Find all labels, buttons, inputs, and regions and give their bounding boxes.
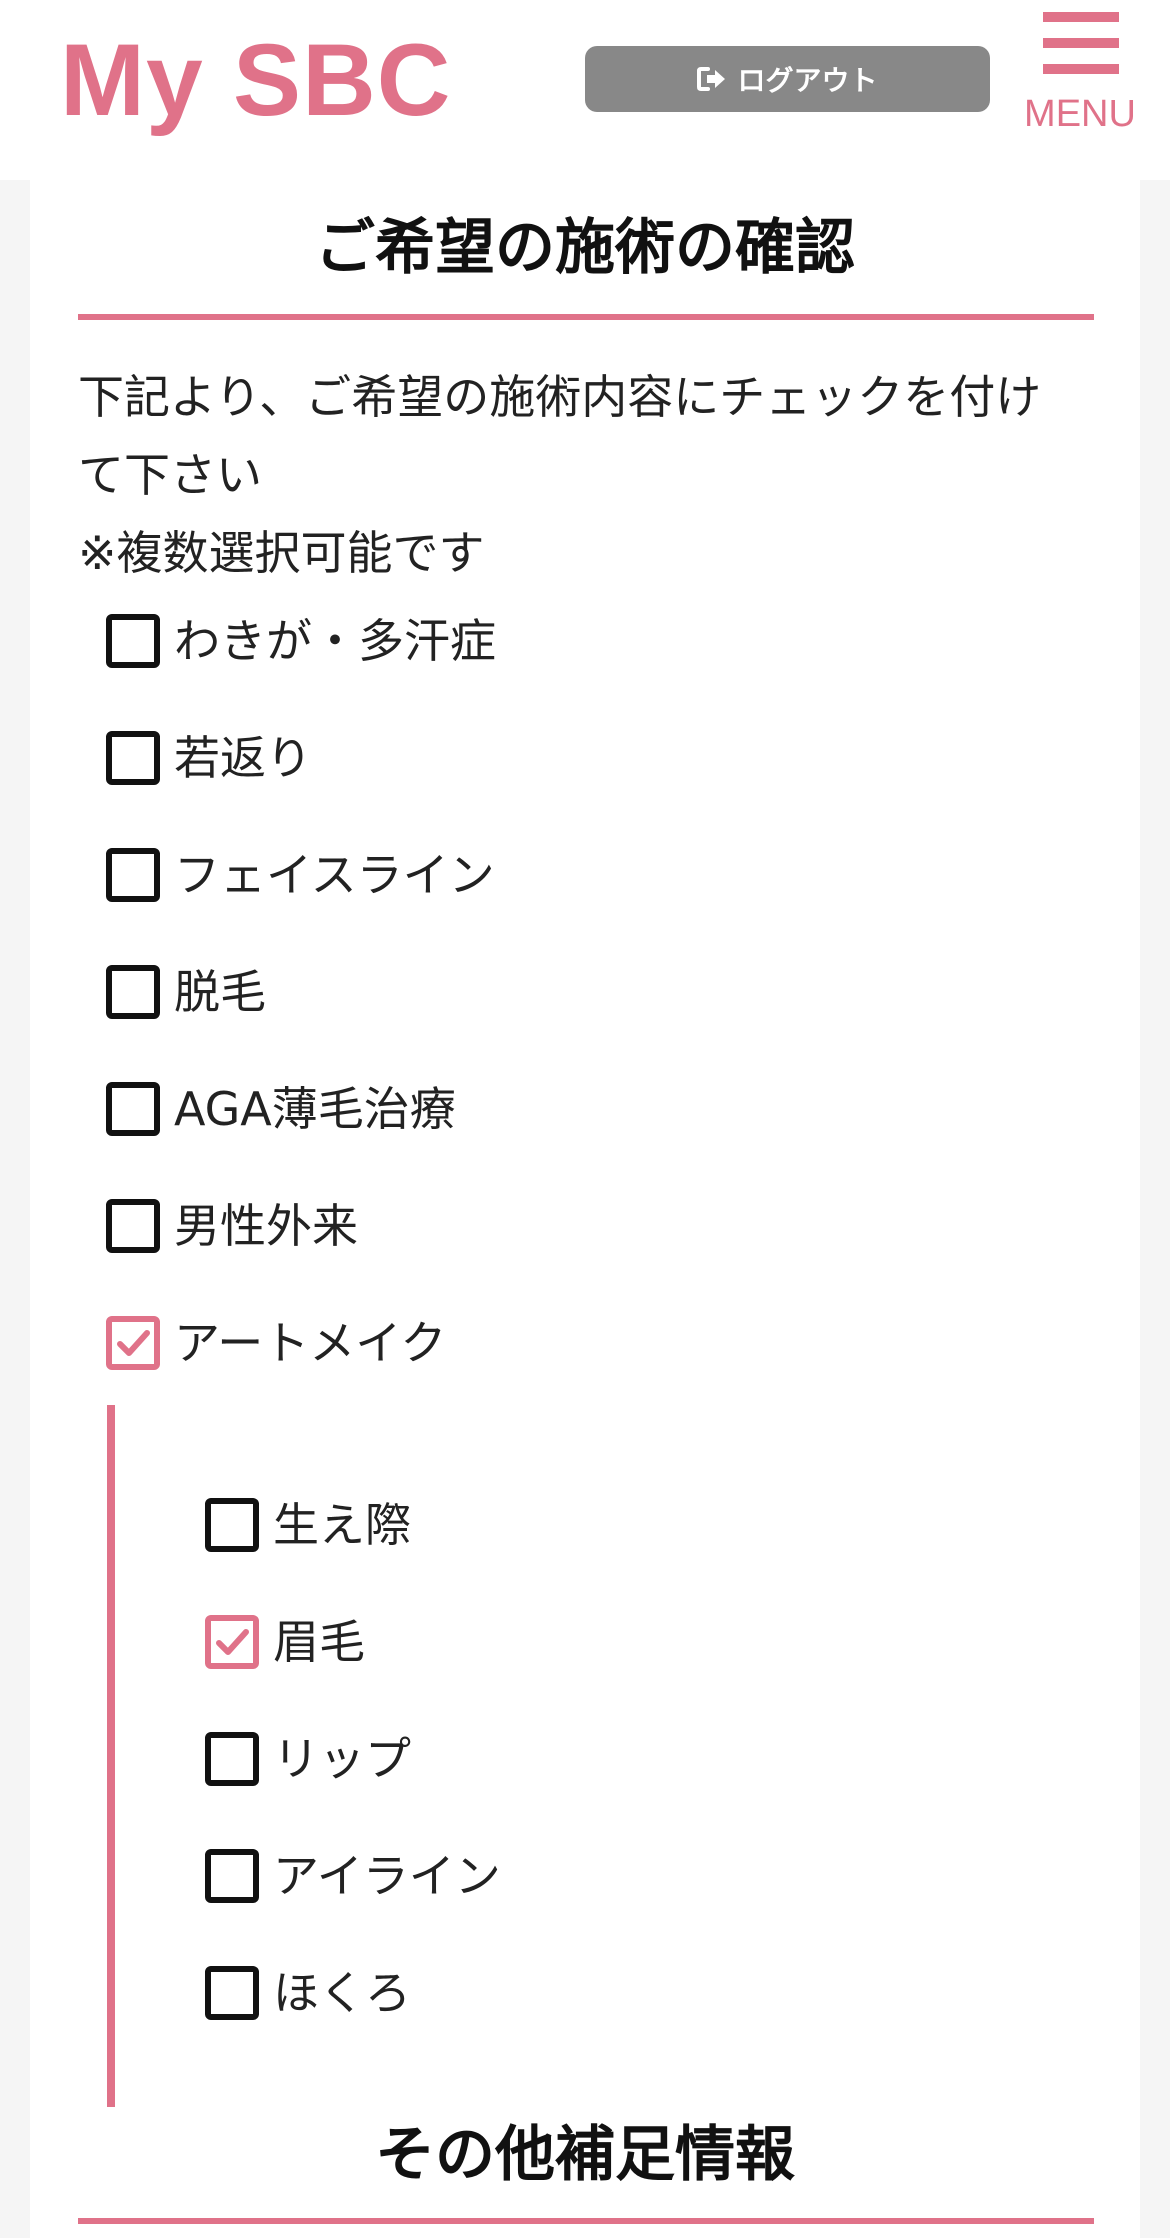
checkmark-icon xyxy=(117,1330,150,1356)
option-label: 生え際 xyxy=(273,1498,411,1552)
instruction-line: て下さい xyxy=(78,448,262,502)
option-main-options-3[interactable]: 脱毛 xyxy=(106,957,266,1027)
title-divider xyxy=(78,2218,1094,2224)
content-card: ご希望の施術の確認 下記より、ご希望の施術内容にチェックを付け て下さい ※複数… xyxy=(30,180,1140,2238)
option-label: ほくろ xyxy=(273,1966,411,2020)
menu-label: MENU xyxy=(1024,93,1136,135)
checkbox[interactable] xyxy=(106,1316,160,1370)
checkbox[interactable] xyxy=(106,1082,160,1136)
section-title-other: その他補足情報 xyxy=(375,2120,795,2190)
title-divider xyxy=(78,314,1094,320)
sign-out-icon xyxy=(697,66,727,92)
option-sub-options-4[interactable]: ほくろ xyxy=(205,1958,411,2028)
option-label: 若返り xyxy=(174,731,312,785)
option-main-options-6[interactable]: アートメイク xyxy=(106,1308,446,1378)
option-sub-options-0[interactable]: 生え際 xyxy=(205,1490,411,1560)
checkbox[interactable] xyxy=(205,1732,259,1786)
option-main-options-0[interactable]: わきが・多汗症 xyxy=(106,606,496,676)
option-label: リップ xyxy=(273,1732,411,1786)
option-main-options-4[interactable]: AGA薄毛治療 xyxy=(106,1074,456,1144)
header: My SBC ログアウト MENU xyxy=(0,0,1170,180)
checkbox[interactable] xyxy=(106,848,160,902)
option-main-options-5[interactable]: 男性外来 xyxy=(106,1191,358,1261)
option-label: アイライン xyxy=(273,1849,501,1903)
checkbox[interactable] xyxy=(205,1966,259,2020)
option-label: 眉毛 xyxy=(273,1615,365,1669)
option-sub-options-1[interactable]: 眉毛 xyxy=(205,1607,365,1677)
option-main-options-2[interactable]: フェイスライン xyxy=(106,840,495,910)
instruction-note: ※複数選択可能です xyxy=(78,526,485,580)
option-label: フェイスライン xyxy=(174,848,495,902)
option-main-options-1[interactable]: 若返り xyxy=(106,723,312,793)
option-label: 男性外来 xyxy=(174,1199,358,1253)
checkbox[interactable] xyxy=(205,1498,259,1552)
sub-options-bar xyxy=(107,1405,115,2107)
checkbox[interactable] xyxy=(106,731,160,785)
section-title-treatment: ご希望の施術の確認 xyxy=(315,213,855,283)
checkbox[interactable] xyxy=(205,1615,259,1669)
option-label: アートメイク xyxy=(174,1316,447,1370)
option-label: AGA薄毛治療 xyxy=(174,1082,456,1136)
option-label: 脱毛 xyxy=(174,965,266,1019)
checkbox[interactable] xyxy=(205,1849,259,1903)
instruction-line: 下記より、ご希望の施術内容にチェックを付け xyxy=(78,370,1042,424)
instructions: 下記より、ご希望の施術内容にチェックを付け て下さい ※複数選択可能です xyxy=(78,358,1118,592)
checkbox[interactable] xyxy=(106,1199,160,1253)
logout-label: ログアウト xyxy=(737,65,878,96)
hamburger-icon xyxy=(1043,12,1119,76)
logo[interactable]: My SBC xyxy=(60,20,451,140)
option-label: わきが・多汗症 xyxy=(174,614,496,668)
menu-button[interactable]: MENU xyxy=(1020,8,1140,138)
checkmark-icon xyxy=(216,1629,249,1655)
option-sub-options-2[interactable]: リップ xyxy=(205,1724,411,1794)
option-sub-options-3[interactable]: アイライン xyxy=(205,1841,501,1911)
logout-button[interactable]: ログアウト xyxy=(585,46,990,112)
checkbox[interactable] xyxy=(106,614,160,668)
checkbox[interactable] xyxy=(106,965,160,1019)
